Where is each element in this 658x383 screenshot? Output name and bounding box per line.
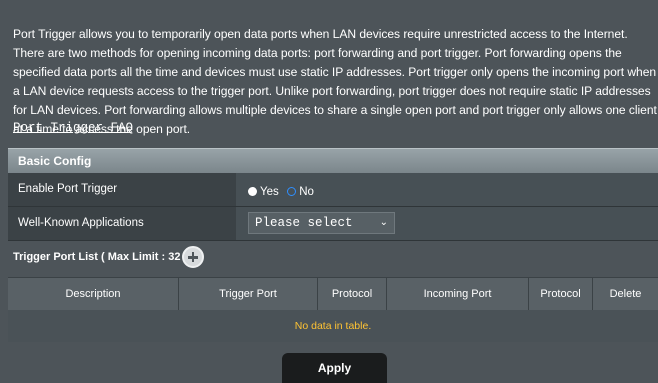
radio-yes-label: Yes bbox=[260, 185, 279, 198]
well-known-apps-label: Well-Known Applications bbox=[8, 207, 236, 240]
well-known-apps-row: Well-Known Applications Please select ⌄ bbox=[8, 207, 658, 241]
apply-button[interactable]: Apply bbox=[282, 353, 387, 383]
enable-port-trigger-label: Enable Port Trigger bbox=[8, 173, 236, 206]
col-trigger-port: Trigger Port bbox=[179, 278, 318, 310]
empty-table-message: No data in table. bbox=[8, 310, 658, 342]
basic-config-title: Basic Config bbox=[18, 154, 92, 168]
table-header: Description Trigger Port Protocol Incomi… bbox=[8, 277, 658, 310]
col-protocol: Protocol bbox=[318, 278, 387, 310]
basic-config-header: Basic Config bbox=[8, 148, 658, 173]
col-protocol-2: Protocol bbox=[529, 278, 593, 310]
radio-yes[interactable]: Yes bbox=[248, 186, 279, 198]
col-incoming-port: Incoming Port bbox=[387, 278, 529, 310]
well-known-apps-select[interactable]: Please select ⌄ bbox=[248, 212, 395, 234]
trigger-port-table: Description Trigger Port Protocol Incomi… bbox=[8, 277, 658, 342]
top-strip bbox=[0, 0, 658, 10]
radio-no[interactable]: No bbox=[287, 186, 314, 198]
add-rule-button[interactable] bbox=[182, 246, 204, 268]
select-value: Please select bbox=[255, 216, 353, 230]
col-description: Description bbox=[8, 278, 179, 310]
radio-no-label: No bbox=[299, 185, 314, 198]
radio-yes-dot[interactable] bbox=[248, 187, 257, 196]
enable-port-trigger-row: Enable Port Trigger Yes No bbox=[8, 173, 658, 207]
chevron-down-icon: ⌄ bbox=[379, 217, 388, 228]
port-trigger-faq-link[interactable]: Port Trigger FAQ bbox=[13, 121, 133, 135]
radio-no-dot[interactable] bbox=[287, 187, 297, 196]
col-delete: Delete bbox=[609, 288, 642, 300]
trigger-port-list-title: Trigger Port List ( Max Limit : 32 ) bbox=[13, 251, 188, 263]
